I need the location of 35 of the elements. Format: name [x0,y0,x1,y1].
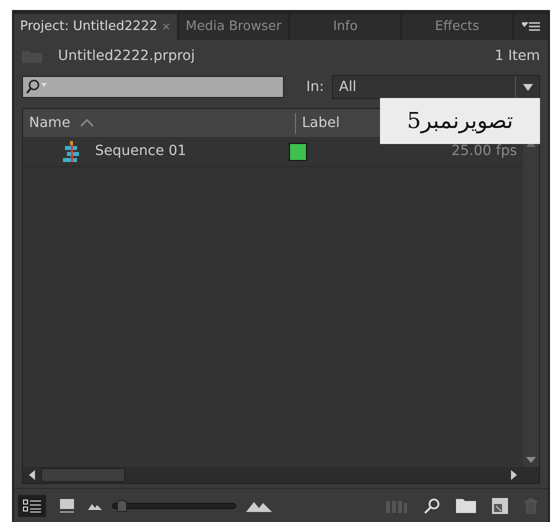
close-icon[interactable]: × [162,18,171,36]
project-file-name: Untitled2222.prproj [58,46,196,66]
item-count: 1 Item [494,46,540,66]
list-view-icon [23,498,41,512]
column-header[interactable]: Name [23,112,295,134]
sequence-name: Sequence 01 [95,142,188,161]
new-item-icon[interactable] [492,498,508,514]
panel-tab[interactable]: Project: Untitled2222 × [14,14,177,40]
search-icon[interactable] [424,498,440,514]
sort-ascending-icon [80,119,94,127]
in-label: In: [306,78,324,96]
search-icon [26,79,50,95]
sequence-icon [63,140,81,162]
search-field[interactable] [22,76,284,98]
small-mountains-icon [88,502,102,510]
panel-tab[interactable]: Effects [402,14,512,40]
dropdown-arrow-icon [522,84,532,90]
panel-menu-button[interactable] [514,14,548,40]
large-mountains-icon [246,500,272,512]
zoom-slider-thumb[interactable] [116,500,127,512]
in-dropdown[interactable]: All [332,75,540,99]
caption-label: تصویرنمبر5 [380,98,540,144]
scroll-down-icon[interactable] [526,457,536,463]
column-header[interactable]: Label [295,112,340,134]
frame-rate-cell-text: 25.00 fps [451,142,517,161]
horizontal-scrollbar-thumb[interactable] [41,468,125,482]
scroll-right-icon[interactable] [511,470,517,480]
zoom-slider[interactable] [112,498,236,512]
list-view-button[interactable] [18,494,46,516]
panel-tab[interactable]: Media Browser [178,14,288,40]
panel-tab[interactable]: Info [290,14,400,40]
scroll-left-icon[interactable] [29,470,35,480]
folder-icon[interactable] [456,498,476,513]
icon-view-icon [60,498,74,512]
menu-icon [522,22,540,32]
